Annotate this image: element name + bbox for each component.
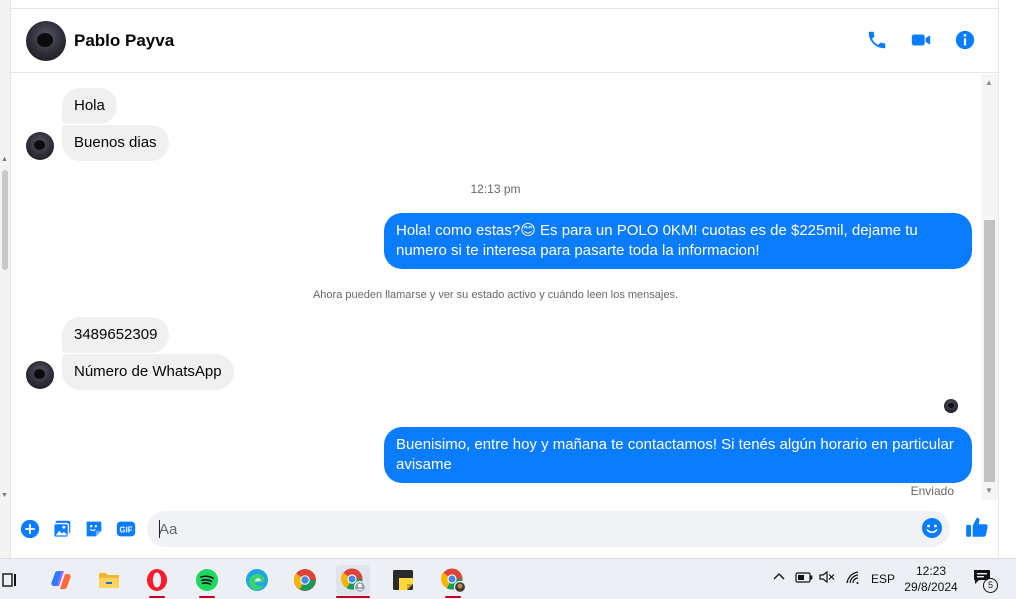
volume-muted-icon (819, 570, 835, 584)
running-indicator (199, 596, 215, 598)
incoming-message[interactable]: Número de WhatsApp (62, 354, 234, 390)
spotify-button[interactable] (190, 565, 224, 598)
delivery-status: Enviado (910, 484, 954, 498)
running-indicator (149, 596, 165, 598)
sticky-notes-icon (393, 570, 413, 590)
clock-time: 12:23 (915, 564, 947, 578)
spotify-icon (196, 569, 218, 591)
message-scrollbar[interactable]: ▲ ▼ (981, 74, 998, 500)
attach-image-button[interactable] (49, 516, 75, 542)
copilot-icon (51, 571, 71, 589)
chrome-icon (293, 569, 316, 591)
edge-button[interactable] (240, 565, 274, 595)
call-button[interactable] (864, 27, 890, 53)
wifi-icon (846, 571, 859, 584)
incoming-message[interactable]: Buenos dias (62, 125, 169, 161)
right-edge-strip (998, 0, 1016, 558)
chevron-up-icon (773, 573, 785, 580)
gif-label: GIF (120, 526, 133, 535)
video-call-button[interactable] (908, 27, 934, 53)
file-explorer-button[interactable] (92, 565, 126, 595)
phone-icon (868, 31, 886, 49)
notification-center-button[interactable]: 5 (973, 569, 999, 593)
input-language[interactable]: ESP (871, 572, 895, 586)
edge-icon (246, 569, 268, 591)
contact-avatar[interactable] (26, 20, 66, 61)
header-actions (864, 27, 978, 53)
chrome-button[interactable] (288, 565, 322, 595)
notification-count-badge: 5 (983, 578, 998, 593)
scroll-up-arrow[interactable]: ▲ (1, 156, 8, 163)
like-button[interactable] (964, 514, 992, 542)
running-indicator (445, 596, 461, 598)
chrome-profile-2-icon (440, 568, 466, 593)
sticker-button[interactable] (81, 516, 107, 542)
volume-button[interactable] (819, 570, 835, 587)
outgoing-message[interactable]: Buenisimo, entre hoy y mañana te contact… (384, 427, 972, 483)
conversation-header: Pablo Payva (11, 9, 998, 73)
message-avatar[interactable] (26, 361, 54, 389)
more-actions-button[interactable] (17, 516, 43, 542)
video-camera-icon (911, 34, 931, 46)
gif-button[interactable]: GIF (113, 516, 139, 542)
contact-name[interactable]: Pablo Payva (74, 31, 174, 51)
opera-button[interactable] (140, 565, 174, 598)
outgoing-message[interactable]: Hola! como estas?😊 Es para un POLO 0KM! … (384, 213, 972, 269)
scroll-thumb[interactable] (984, 220, 995, 482)
file-explorer-icon (99, 573, 119, 588)
message-list[interactable]: Hola Buenos dias 12:13 pm Hola! como est… (11, 74, 980, 500)
chrome-profile-button[interactable] (336, 565, 370, 598)
left-scroll-strip: ▲ ▼ (0, 0, 11, 558)
info-button[interactable] (952, 27, 978, 53)
thumbs-up-icon (966, 517, 988, 537)
incoming-message[interactable]: 3489652309 (62, 317, 170, 353)
emoji-button[interactable] (920, 516, 946, 542)
message-input[interactable] (159, 511, 899, 547)
info-icon (955, 30, 975, 50)
sticker-icon (86, 521, 102, 537)
message-composer: GIF (11, 505, 998, 553)
show-hidden-icons-button[interactable] (772, 570, 786, 587)
chrome-profile-2-button[interactable] (436, 565, 470, 598)
battery-icon (795, 572, 813, 583)
system-clock[interactable]: 12:23 29/8/2024 (898, 563, 964, 595)
network-button[interactable] (845, 570, 861, 589)
message-avatar[interactable] (26, 132, 54, 160)
gif-icon: GIF (116, 521, 136, 537)
scroll-down-arrow[interactable]: ▼ (1, 492, 8, 499)
message-input-container[interactable] (147, 511, 950, 547)
active-window-indicator (336, 596, 370, 598)
emoji-icon (922, 518, 942, 538)
task-view-button[interactable] (0, 565, 26, 595)
message-timestamp: 12:13 pm (470, 182, 521, 196)
sticky-notes-button[interactable] (386, 565, 420, 595)
windows-taskbar: ESP 12:23 29/8/2024 5 (0, 558, 1016, 599)
messenger-window: ▲ ▼ Pablo Payva Hola Buenos dias 12:13 p… (0, 0, 1016, 558)
incoming-message[interactable]: Hola (62, 88, 117, 124)
seen-indicator-avatar (944, 399, 958, 413)
text-caret (159, 520, 160, 538)
image-icon (53, 520, 71, 538)
plus-circle-icon (20, 519, 40, 539)
left-scroll-thumb[interactable] (2, 170, 8, 270)
scroll-up-arrow[interactable]: ▲ (985, 78, 993, 87)
task-view-icon (2, 573, 16, 587)
copilot-button[interactable] (44, 565, 78, 595)
scroll-down-arrow[interactable]: ▼ (985, 486, 993, 495)
system-notice: Ahora pueden llamarse y ver su estado ac… (312, 289, 679, 301)
clock-date: 29/8/2024 (904, 580, 958, 594)
chrome-profile-icon (340, 568, 366, 593)
opera-icon (147, 569, 167, 591)
battery-button[interactable] (795, 570, 813, 587)
